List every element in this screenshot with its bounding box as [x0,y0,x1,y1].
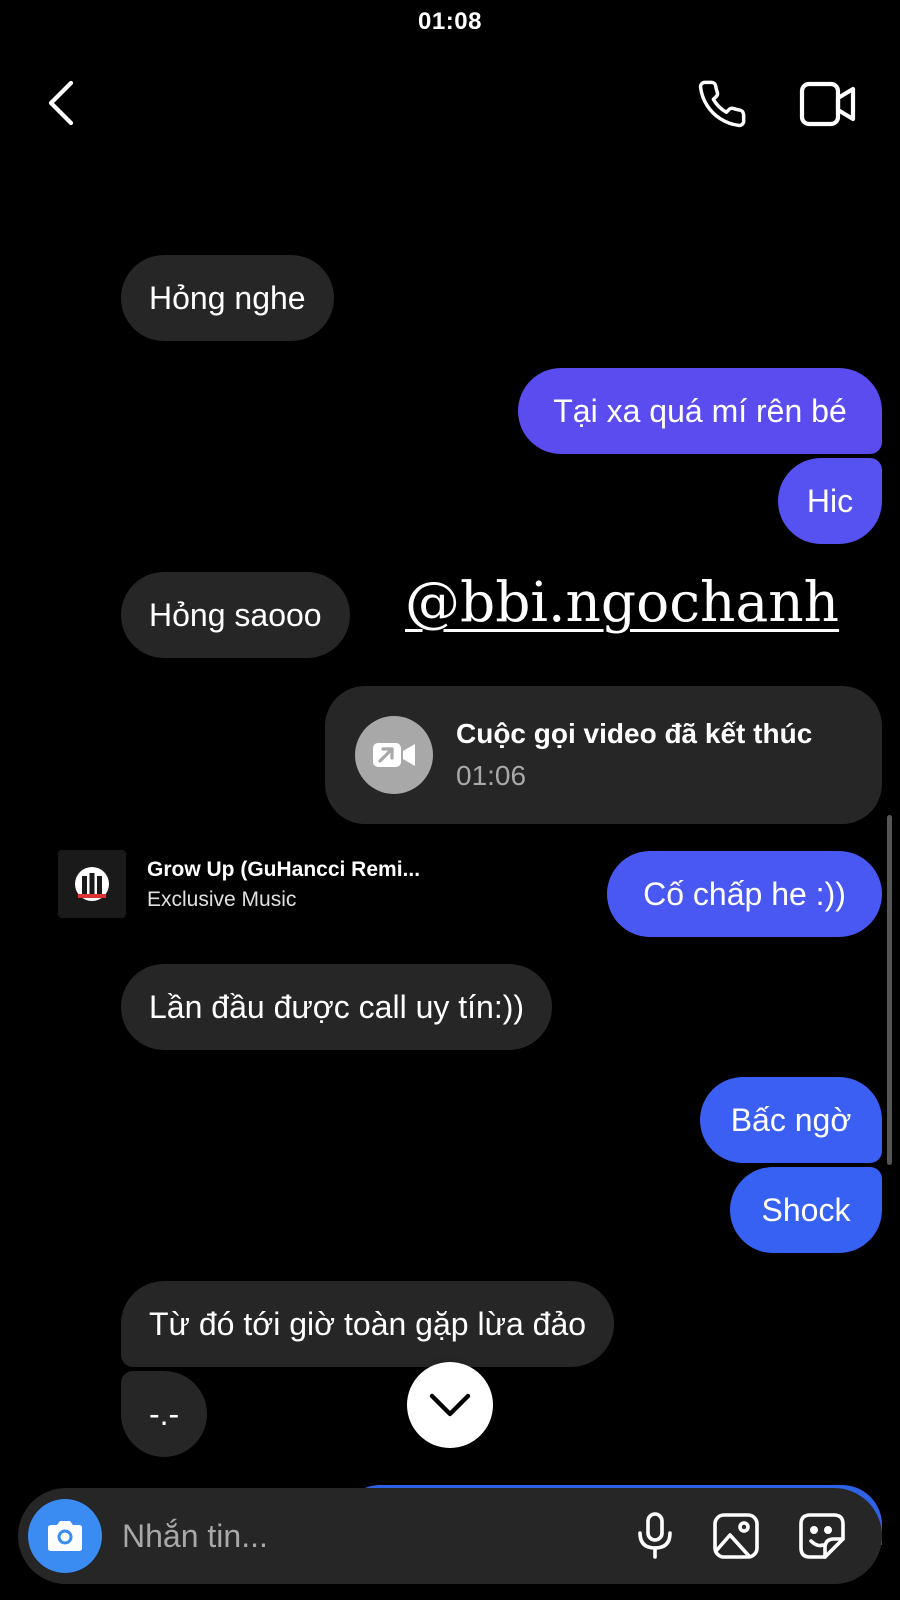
gallery-icon [713,1513,759,1559]
outgoing-message[interactable]: Hic [778,458,882,544]
music-title[interactable]: Grow Up (GuHancci Remi... [147,858,420,882]
video-call-ended-card[interactable]: Cuộc gọi video đã kết thúc 01:06 [325,686,882,824]
incoming-message[interactable]: Hỏng nghe [121,255,334,341]
music-artist: Exclusive Music [147,888,297,911]
username-watermark: @bbi.ngochanh [405,570,840,634]
back-button[interactable] [38,78,84,128]
chevron-left-icon [48,80,74,126]
video-camera-icon [799,81,856,127]
incoming-message[interactable]: Từ đó tới giờ toàn gặp lừa đảo [121,1281,615,1367]
album-logo-icon [75,867,109,901]
incoming-message[interactable]: -.- [121,1371,208,1457]
outgoing-message[interactable]: Tại xa quá mí rên bé [518,368,882,454]
incoming-message[interactable]: Lần đầu được call uy tín:)) [121,964,553,1050]
sticker-button[interactable] [794,1508,850,1564]
sticker-icon [799,1513,845,1559]
video-call-arrow-icon [355,716,433,794]
incoming-message[interactable]: Hỏng saooo [121,572,350,658]
microphone-button[interactable] [627,1508,683,1564]
gallery-button[interactable] [708,1508,764,1564]
outgoing-message[interactable]: Bấc ngờ [700,1077,882,1163]
phone-icon [698,80,746,128]
chevron-down-icon [429,1393,471,1417]
microphone-icon [638,1512,672,1559]
voice-call-button[interactable] [694,76,750,132]
call-duration: 01:06 [456,760,527,791]
message-input[interactable] [122,1510,592,1562]
message-composer [18,1488,882,1584]
camera-button[interactable] [28,1499,102,1573]
status-bar-time: 01:08 [418,8,482,35]
outgoing-message[interactable]: Cố chấp he :)) [607,851,882,937]
outgoing-message[interactable]: Shock [730,1167,882,1253]
camera-icon [48,1521,82,1551]
scroll-to-bottom-button[interactable] [407,1362,493,1448]
scrollbar[interactable] [887,815,892,1165]
album-art[interactable] [58,850,126,918]
video-call-button[interactable] [798,78,858,130]
call-ended-title: Cuộc gọi video đã kết thúc [456,718,813,749]
